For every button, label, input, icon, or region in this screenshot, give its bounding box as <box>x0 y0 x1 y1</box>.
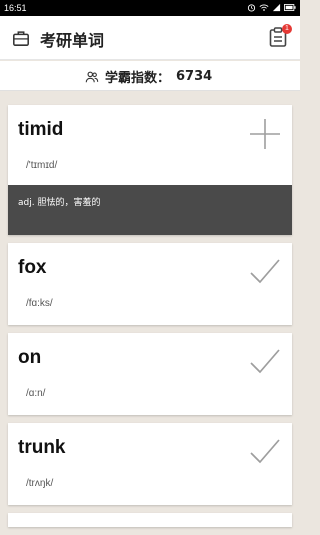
word-card[interactable]: on /ɑ:n/ <box>8 333 292 415</box>
users-icon <box>85 71 99 82</box>
check-icon[interactable] <box>248 435 282 469</box>
alarm-icon <box>247 4 256 12</box>
phonetic-text: /trʌŋk/ <box>26 478 54 489</box>
phonetic-text: /fɑ:ks/ <box>26 298 53 309</box>
status-bar: 16:51 <box>0 0 300 16</box>
app-header: 考研单词 1 <box>0 16 300 60</box>
definition-text: adj. 胆怯的，害羞的 <box>18 198 101 208</box>
add-icon[interactable] <box>248 117 282 151</box>
definition-panel: adj. 胆怯的，害羞的 <box>8 185 292 235</box>
score-row: 学霸指数： 6734 <box>85 67 212 86</box>
phonetic-text: /'tɪmɪd/ <box>26 160 58 171</box>
bag-icon[interactable] <box>12 29 30 47</box>
signal-icon <box>272 3 281 12</box>
word-card[interactable]: fox /fɑ:ks/ <box>8 243 292 325</box>
word-list: timid /'tɪmɪd/ adj. 胆怯的，害羞的 fox /fɑ:ks/ … <box>8 105 292 535</box>
score-value: 6734 <box>176 69 213 84</box>
status-icons <box>247 3 296 12</box>
battery-icon <box>284 4 296 11</box>
word-card[interactable]: timid /'tɪmɪd/ adj. 胆怯的，害羞的 <box>8 105 292 235</box>
word-text: trunk <box>18 437 66 458</box>
check-icon[interactable] <box>248 255 282 289</box>
score-label: 学霸指数： <box>105 71 171 86</box>
notification-badge: 1 <box>282 24 292 34</box>
word-card[interactable]: trunk /trʌŋk/ <box>8 423 292 505</box>
status-time: 16:51 <box>4 3 27 13</box>
word-text: timid <box>18 119 64 140</box>
score-bar: 学霸指数： 6734 <box>0 61 300 91</box>
word-card[interactable] <box>8 513 292 527</box>
check-icon[interactable] <box>248 345 282 379</box>
word-text: fox <box>18 257 47 278</box>
wifi-icon <box>259 4 269 11</box>
phonetic-text: /ɑ:n/ <box>26 388 46 399</box>
page-title: 考研单词 <box>40 31 105 50</box>
word-text: on <box>18 347 42 368</box>
